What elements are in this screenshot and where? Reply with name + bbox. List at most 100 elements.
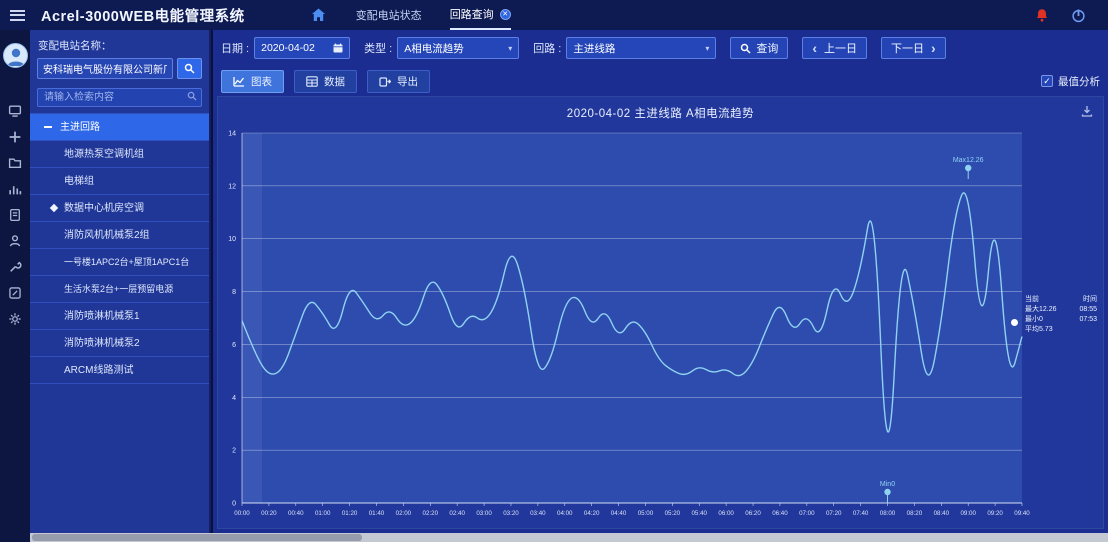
power-icon[interactable] xyxy=(1071,8,1086,23)
tree-item-label: 电梯组 xyxy=(64,168,94,195)
tree-item[interactable]: 消防喷淋机械泵1 xyxy=(30,303,209,330)
svg-text:04:00: 04:00 xyxy=(557,510,573,517)
view-toolbar: 图表 数据 导出 ✓ 最值分析 xyxy=(221,68,1100,94)
settings-gear-icon[interactable] xyxy=(8,312,22,326)
svg-text:02:00: 02:00 xyxy=(396,510,412,517)
chart-title: 2020-04-02 主进线路 A相电流趋势 xyxy=(218,97,1103,121)
tree-item[interactable]: ARCM线路测试 xyxy=(30,357,209,384)
document-icon[interactable] xyxy=(8,208,22,222)
tree-item[interactable]: 生活水泵2台+一层预留电源 xyxy=(30,276,209,303)
station-name-label: 变配电站名称： xyxy=(38,38,201,53)
checkbox-checked-icon[interactable]: ✓ xyxy=(1041,75,1053,87)
tooltip-max-time: 08:55 xyxy=(1079,305,1097,315)
svg-text:01:40: 01:40 xyxy=(369,510,385,517)
query-filter-bar: 日期 : 2020-04-02 类型 : A相电流趋势 ▾ 回路 : 主进线路 … xyxy=(221,36,960,60)
line-chart-icon xyxy=(233,76,245,87)
calendar-icon[interactable] xyxy=(333,43,343,53)
svg-text:07:20: 07:20 xyxy=(826,510,842,517)
svg-text:07:40: 07:40 xyxy=(853,510,869,517)
stats-tooltip: 当前时间 最大12.2608:55 最小007:53 平均5.73 xyxy=(1025,295,1097,335)
circuit-value: 主进线路 xyxy=(573,41,699,56)
data-view-button[interactable]: 数据 xyxy=(294,70,357,93)
prev-day-label: 上一日 xyxy=(824,40,857,56)
svg-text:04:20: 04:20 xyxy=(584,510,600,517)
tooltip-min-time: 07:53 xyxy=(1079,315,1097,325)
collapse-icon[interactable] xyxy=(44,126,52,128)
svg-text:09:40: 09:40 xyxy=(1014,510,1030,517)
type-select[interactable]: A相电流趋势 ▾ xyxy=(397,37,519,59)
search-icon xyxy=(740,43,751,54)
svg-text:03:00: 03:00 xyxy=(476,510,492,517)
query-button-label: 查询 xyxy=(756,40,778,56)
tooltip-cell: 时间 xyxy=(1083,295,1097,305)
svg-text:2: 2 xyxy=(232,448,236,455)
home-icon[interactable] xyxy=(311,8,326,22)
left-icon-rail xyxy=(0,30,30,533)
top-header: Acrel-3000WEB电能管理系统 变配电站状态 回路查询 ✕ xyxy=(0,0,1108,30)
next-day-button[interactable]: 下一日 › xyxy=(881,37,946,59)
tooltip-max-value: 最大12.26 xyxy=(1025,305,1057,315)
next-day-label: 下一日 xyxy=(891,40,924,56)
svg-text:05:40: 05:40 xyxy=(691,510,707,517)
trend-chart-panel: 2020-04-02 主进线路 A相电流趋势 0246810121400:000… xyxy=(217,96,1104,529)
table-icon xyxy=(306,76,318,87)
tab-station-status-label: 变配电站状态 xyxy=(356,7,422,23)
chart-canvas[interactable]: 0246810121400:0000:2000:4001:0001:2001:4… xyxy=(220,121,1108,525)
svg-text:04:40: 04:40 xyxy=(611,510,627,517)
download-icon[interactable] xyxy=(1081,105,1093,117)
tab-circuit-query-label: 回路查询 xyxy=(450,6,494,22)
svg-text:08:00: 08:00 xyxy=(880,510,896,517)
folder-icon[interactable] xyxy=(8,156,22,170)
app-title: Acrel-3000WEB电能管理系统 xyxy=(41,5,245,26)
station-search-button[interactable] xyxy=(177,58,202,79)
tooltip-min-value: 最小0 xyxy=(1025,315,1043,325)
tooltip-cell: 当前 xyxy=(1025,295,1039,305)
tab-close-icon[interactable]: ✕ xyxy=(500,9,511,20)
tree-item[interactable]: 消防风机机械泵2组 xyxy=(30,222,209,249)
tab-circuit-query[interactable]: 回路查询 ✕ xyxy=(450,0,511,30)
chevron-left-icon: ‹ xyxy=(812,41,817,55)
tree-search-input[interactable] xyxy=(37,88,202,107)
menu-hamburger-icon[interactable] xyxy=(10,7,25,23)
monitor-icon[interactable] xyxy=(8,104,22,118)
date-value: 2020-04-02 xyxy=(261,42,333,54)
main-content: 日期 : 2020-04-02 类型 : A相电流趋势 ▾ 回路 : 主进线路 … xyxy=(213,30,1108,533)
chart-view-button[interactable]: 图表 xyxy=(221,70,284,93)
scrollbar-thumb[interactable] xyxy=(32,534,362,541)
date-input[interactable]: 2020-04-02 xyxy=(254,37,350,59)
svg-text:02:20: 02:20 xyxy=(423,510,439,517)
svg-text:07:00: 07:00 xyxy=(799,510,815,517)
user-alert-icon[interactable] xyxy=(8,234,22,248)
export-icon xyxy=(379,76,391,87)
svg-text:01:00: 01:00 xyxy=(315,510,331,517)
edit-icon[interactable] xyxy=(8,286,22,300)
export-button[interactable]: 导出 xyxy=(367,70,430,93)
alarm-icon[interactable] xyxy=(1035,8,1049,22)
tree-item[interactable]: 地源热泵空调机组 xyxy=(30,141,209,168)
query-button[interactable]: 查询 xyxy=(730,37,788,59)
svg-text:6: 6 xyxy=(232,342,236,349)
svg-text:Min0: Min0 xyxy=(880,481,895,488)
prev-day-button[interactable]: ‹ 上一日 xyxy=(802,37,867,59)
data-view-label: 数据 xyxy=(324,74,345,89)
diamond-icon xyxy=(50,204,58,212)
tree-item[interactable]: 数据中心机房空调 xyxy=(30,195,209,222)
tree-item-main-incoming[interactable]: 主进回路 xyxy=(30,114,209,141)
station-name-input[interactable] xyxy=(37,58,173,79)
svg-text:14: 14 xyxy=(228,131,236,138)
max-min-analysis-toggle[interactable]: ✓ 最值分析 xyxy=(1041,74,1100,89)
bar-chart-icon[interactable] xyxy=(8,182,22,196)
svg-text:06:40: 06:40 xyxy=(772,510,788,517)
circuit-select[interactable]: 主进线路 ▾ xyxy=(566,37,716,59)
user-avatar[interactable] xyxy=(3,43,28,68)
medical-cross-icon[interactable] xyxy=(8,130,22,144)
tab-station-status[interactable]: 变配电站状态 xyxy=(356,0,422,30)
svg-text:00:40: 00:40 xyxy=(288,510,304,517)
horizontal-scrollbar[interactable] xyxy=(0,533,1108,542)
tree-item[interactable]: 一号楼1APC2台+屋顶1APC1台 xyxy=(30,249,209,276)
tree-item[interactable]: 电梯组 xyxy=(30,168,209,195)
tree-item-label: 消防喷淋机械泵1 xyxy=(64,303,140,330)
tree-item[interactable]: 消防喷淋机械泵2 xyxy=(30,330,209,357)
tools-icon[interactable] xyxy=(8,260,22,274)
svg-text:10: 10 xyxy=(228,236,236,243)
